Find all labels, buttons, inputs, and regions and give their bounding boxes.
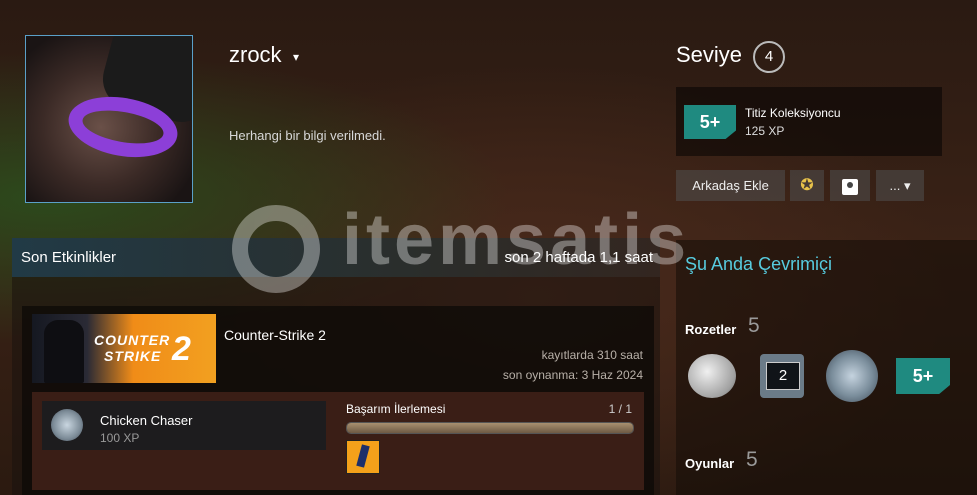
online-status: Şu Anda Çevrimiçi [685, 254, 833, 274]
achievement-item[interactable]: Chicken Chaser 100 XP [42, 401, 326, 450]
badges-count[interactable]: 5 [748, 314, 760, 338]
game-last-played: son oynanma: 3 Haz 2024 [502, 368, 643, 382]
level-title: Seviye [676, 42, 743, 67]
achievement-name: Chicken Chaser [100, 413, 193, 428]
featured-badge-name: Titiz Koleksiyoncu [745, 106, 841, 120]
cs-emblem-badge-icon[interactable] [826, 350, 878, 402]
game-hours-on-record: kayıtlarda 310 saat [541, 348, 643, 362]
games-link[interactable]: Oyunlar [685, 456, 734, 471]
collector-badge-icon: 5+ [684, 105, 736, 139]
banner-title-line1: COUNTER [94, 332, 171, 348]
banner-title-number: 2 [172, 330, 191, 368]
game-name-link[interactable]: Counter-Strike 2 [224, 327, 326, 343]
soldier-silhouette [44, 320, 84, 383]
award-button[interactable]: ✪ [790, 170, 824, 201]
monitor-badge-value: 2 [766, 362, 800, 390]
games-count[interactable]: 5 [746, 448, 758, 472]
achievement-progress-bar [346, 422, 634, 434]
game-capsule-image[interactable]: COUNTER STRIKE 2 [32, 314, 216, 383]
featured-badge[interactable]: 5+ Titiz Koleksiyoncu 125 XP [676, 87, 942, 156]
game-card: COUNTER STRIKE 2 Counter-Strike 2 kayıtl… [22, 306, 654, 495]
collector-badge-icon[interactable]: 5+ [896, 358, 950, 394]
profile-card-button[interactable] [830, 170, 870, 201]
chevron-down-icon[interactable]: ▾ [293, 50, 299, 64]
banner-title-line2: STRIKE [104, 348, 162, 364]
achievement-xp: 100 XP [100, 431, 140, 445]
achievement-panel: Chicken Chaser 100 XP Başarım İlerlemesi… [32, 392, 644, 490]
monitor-badge-icon[interactable]: 2 [760, 354, 804, 398]
achievement-progress-fill [347, 423, 633, 433]
featured-badge-xp: 125 XP [745, 124, 785, 138]
profile-summary: Herhangi bir bilgi verilmedi. [229, 128, 386, 143]
badges-link[interactable]: Rozetler [685, 322, 736, 337]
achievement-thumbnail-icon[interactable] [346, 440, 380, 474]
username[interactable]: zrock [229, 42, 282, 68]
level-badge: 4 [753, 41, 785, 73]
achievement-progress-label: Başarım İlerlemesi [346, 402, 446, 416]
user-profile-icon [842, 178, 858, 195]
avatar[interactable] [25, 35, 193, 203]
recent-activity-title: Son Etkinlikler [21, 249, 117, 266]
add-friend-button[interactable]: Arkadaş Ekle [676, 170, 785, 201]
achievement-progress-count: 1 / 1 [608, 402, 632, 416]
profile-sidebar: Şu Anda Çevrimiçi Rozetler 5 2 5+ Oyunla… [676, 240, 977, 495]
more-options-button[interactable]: ... ▾ [876, 170, 924, 201]
recent-activity-header: Son Etkinlikler son 2 haftada 1,1 saat [12, 238, 660, 277]
avatar-image [26, 36, 192, 202]
chicken-chaser-achievement-icon [51, 409, 83, 441]
recent-activity-hours: son 2 haftada 1,1 saat [504, 249, 653, 266]
silver-coin-badge-icon[interactable] [688, 354, 736, 398]
award-ribbon-icon: ✪ [800, 177, 814, 194]
